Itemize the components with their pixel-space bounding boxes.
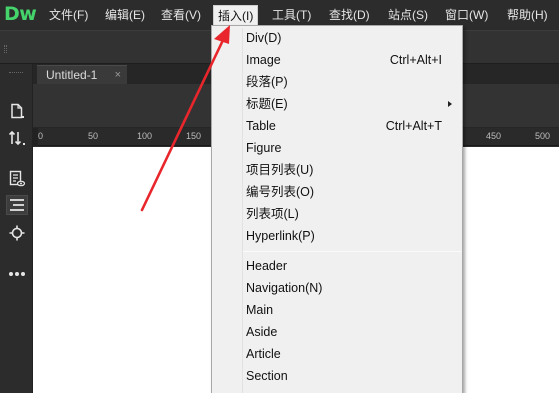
menu-item-shortcut: Ctrl+Alt+T	[385, 119, 442, 133]
menu-item-list-item[interactable]: 列表项(L)	[212, 203, 462, 225]
menu-item-label: Hyperlink(P)	[246, 229, 315, 243]
menu-insert[interactable]: 插入(I)	[213, 5, 259, 25]
menu-item-label: Table	[246, 119, 276, 133]
menu-item-label: Header	[246, 259, 287, 273]
menu-item-article[interactable]: Article	[212, 343, 462, 365]
menu-help[interactable]: 帮助(H)	[507, 7, 548, 23]
menu-site[interactable]: 站点(S)	[388, 7, 428, 23]
menu-item-label: 段落(P)	[246, 75, 288, 89]
document-tab-label: Untitled-1	[46, 68, 98, 82]
menu-item-section[interactable]: Section	[212, 365, 462, 387]
menu-item-label: 编号列表(O)	[246, 185, 315, 199]
ruler-label: 100	[137, 131, 153, 141]
menu-item-shortcut: Ctrl+Alt+I	[389, 53, 442, 67]
menu-view[interactable]: 查看(V)	[161, 7, 201, 23]
menu-item-div[interactable]: Div(D)	[212, 27, 462, 49]
menu-tools[interactable]: 工具(T)	[272, 7, 311, 23]
ruler-corner	[33, 128, 38, 146]
sort-arrows-icon[interactable]	[6, 128, 28, 148]
submenu-arrow-icon	[448, 101, 452, 107]
menu-item-paragraph[interactable]: 段落(P)	[212, 71, 462, 93]
menu-item-label: Figure	[246, 141, 282, 155]
menu-item-figure[interactable]: Figure	[212, 137, 462, 159]
ruler-label: 450	[486, 131, 502, 141]
menu-item-navigation[interactable]: Navigation(N)	[212, 277, 462, 299]
menu-item-label: Section	[246, 369, 288, 383]
menu-item-image[interactable]: Image Ctrl+Alt+I	[212, 49, 462, 71]
left-toolbar-grip[interactable]	[9, 72, 23, 73]
ruler-label: 500	[535, 131, 551, 141]
close-icon[interactable]: ×	[115, 66, 121, 85]
target-icon[interactable]	[6, 223, 28, 243]
more-dots-icon[interactable]	[6, 264, 28, 284]
menu-item-label: 列表项(L)	[246, 207, 299, 221]
menu-separator	[243, 251, 462, 252]
insert-menu-dropdown: Div(D) Image Ctrl+Alt+I 段落(P) 标题(E) Tabl…	[211, 25, 463, 393]
menu-item-label: Article	[246, 347, 281, 361]
menu-item-hyperlink[interactable]: Hyperlink(P)	[212, 225, 462, 247]
menu-item-label: Image	[246, 53, 281, 67]
dom-panel-icon[interactable]	[6, 195, 28, 215]
menu-item-heading[interactable]: 标题(E)	[212, 93, 462, 115]
menu-item-label: Navigation(N)	[246, 281, 323, 295]
menu-edit[interactable]: 编辑(E)	[105, 7, 145, 23]
menu-item-table[interactable]: Table Ctrl+Alt+T	[212, 115, 462, 137]
menu-item-main[interactable]: Main	[212, 299, 462, 321]
menu-item-label: Aside	[246, 325, 278, 339]
menu-file[interactable]: 文件(F)	[49, 7, 88, 23]
dreamweaver-logo: Dw	[4, 3, 37, 25]
menu-item-ordered-list[interactable]: 编号列表(O)	[212, 181, 462, 203]
menu-find[interactable]: 查找(D)	[329, 7, 370, 23]
menu-item-header[interactable]: Header	[212, 255, 462, 277]
ruler-label: 150	[186, 131, 202, 141]
document-tab[interactable]: Untitled-1 ×	[37, 65, 127, 84]
menu-item-aside[interactable]: Aside	[212, 321, 462, 343]
left-toolbar	[0, 64, 33, 393]
new-file-icon[interactable]	[6, 101, 28, 121]
menu-window[interactable]: 窗口(W)	[445, 7, 488, 23]
menu-item-label: Div(D)	[246, 31, 282, 45]
toolbar-grip[interactable]	[4, 45, 7, 53]
preview-icon[interactable]	[6, 169, 28, 189]
ruler-label: 0	[38, 131, 44, 141]
menu-item-label: 标题(E)	[246, 97, 288, 111]
menu-item-label: Main	[246, 303, 274, 317]
ruler-label: 50	[88, 131, 99, 141]
menu-item-unordered-list[interactable]: 项目列表(U)	[212, 159, 462, 181]
menu-item-label: 项目列表(U)	[246, 163, 314, 177]
